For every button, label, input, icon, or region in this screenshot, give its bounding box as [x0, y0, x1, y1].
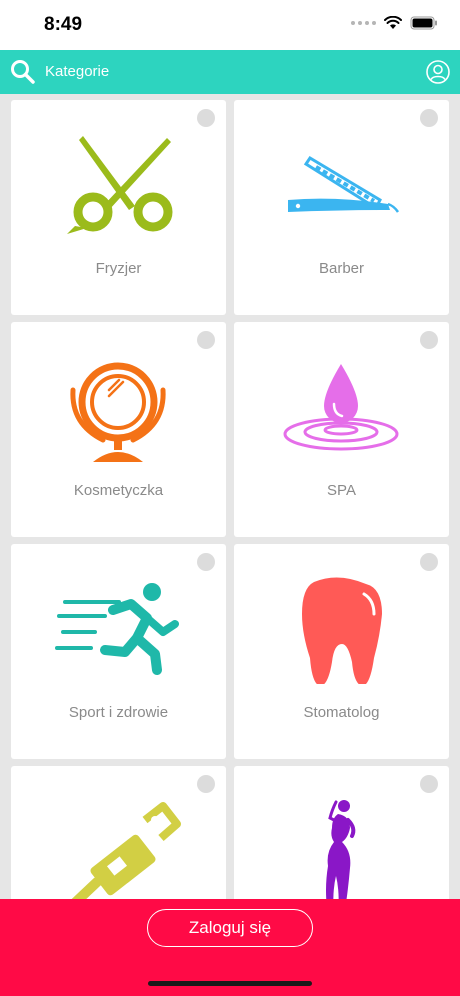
category-card-tattoo[interactable]: [11, 766, 226, 899]
category-card-fryzjer[interactable]: Fryzjer: [11, 100, 226, 315]
page-title: Kategorie: [45, 63, 110, 80]
status-time: 8:49: [44, 14, 83, 35]
select-radio[interactable]: [420, 331, 438, 349]
select-radio[interactable]: [197, 775, 215, 793]
category-card-body[interactable]: [234, 766, 449, 899]
category-card-barber[interactable]: Barber: [234, 100, 449, 315]
select-radio[interactable]: [197, 553, 215, 571]
status-bar: 8:49: [0, 0, 460, 50]
category-label: Stomatolog: [303, 704, 380, 721]
category-label: Kosmetyczka: [73, 482, 164, 499]
status-icons: [351, 16, 438, 30]
bottom-bar: Zaloguj się: [0, 899, 460, 996]
nav-bar: Kategorie: [0, 50, 460, 94]
cellular-signal-icon: [351, 21, 376, 25]
user-profile-icon[interactable]: [426, 60, 450, 84]
runner-icon: [55, 583, 179, 675]
select-radio[interactable]: [197, 331, 215, 349]
category-grid: Fryzjer Barber Kosmetyczka SPA Sport i z…: [0, 94, 460, 899]
scissors-icon: [67, 136, 173, 234]
category-card-sport[interactable]: Sport i zdrowie: [11, 544, 226, 759]
tattoo-machine-icon: [71, 802, 181, 899]
login-button[interactable]: Zaloguj się: [147, 909, 313, 947]
tooth-icon: [302, 577, 382, 684]
category-label: Sport i zdrowie: [68, 704, 169, 721]
select-radio[interactable]: [420, 109, 438, 127]
category-card-stomatolog[interactable]: Stomatolog: [234, 544, 449, 759]
wifi-icon: [384, 16, 402, 29]
battery-icon: [410, 16, 437, 30]
select-radio[interactable]: [420, 553, 438, 571]
razor-icon: [288, 155, 400, 213]
water-drop-icon: [283, 364, 399, 451]
select-radio[interactable]: [420, 775, 438, 793]
category-card-spa[interactable]: SPA: [234, 322, 449, 537]
category-label: SPA: [327, 482, 356, 499]
mirror-icon: [70, 362, 166, 462]
category-label: Barber: [318, 260, 365, 277]
woman-figure-icon: [326, 800, 356, 899]
category-label: Fryzjer: [95, 260, 142, 277]
category-card-kosmetyczka[interactable]: Kosmetyczka: [11, 322, 226, 537]
home-indicator: [148, 981, 312, 986]
search-icon[interactable]: [10, 59, 36, 85]
select-radio[interactable]: [197, 109, 215, 127]
